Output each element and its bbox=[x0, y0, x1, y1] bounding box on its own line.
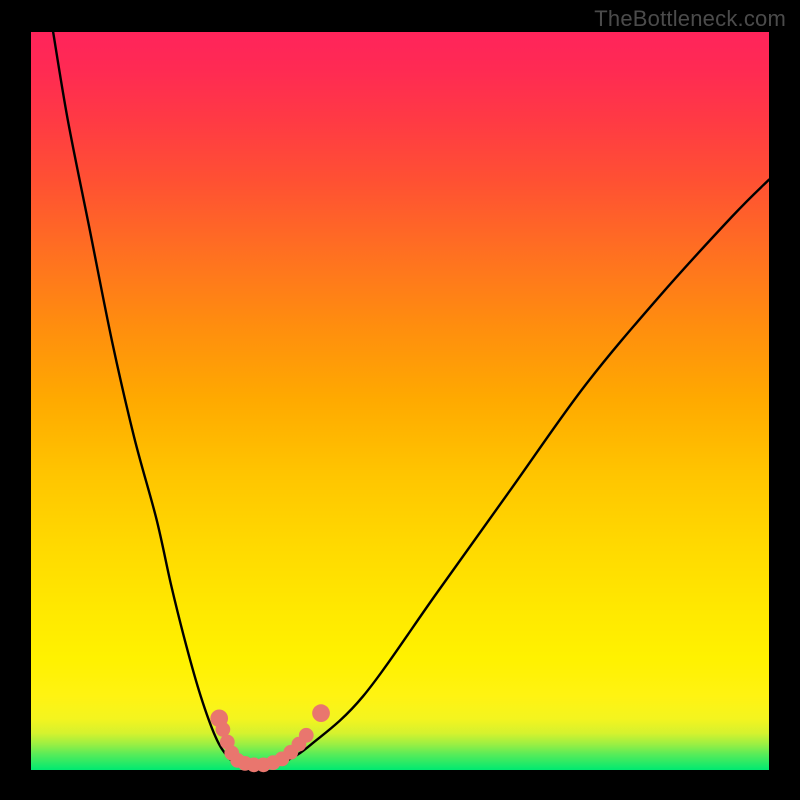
plot-area bbox=[31, 32, 769, 770]
bottleneck-curve-path bbox=[53, 32, 769, 766]
curve-markers bbox=[210, 704, 330, 772]
curve-marker bbox=[312, 704, 330, 722]
bottleneck-curve bbox=[53, 32, 769, 766]
attribution-text: TheBottleneck.com bbox=[594, 6, 786, 32]
chart-frame: TheBottleneck.com bbox=[0, 0, 800, 800]
curve-marker bbox=[299, 728, 314, 743]
chart-svg bbox=[31, 32, 769, 770]
curve-marker bbox=[216, 722, 231, 737]
